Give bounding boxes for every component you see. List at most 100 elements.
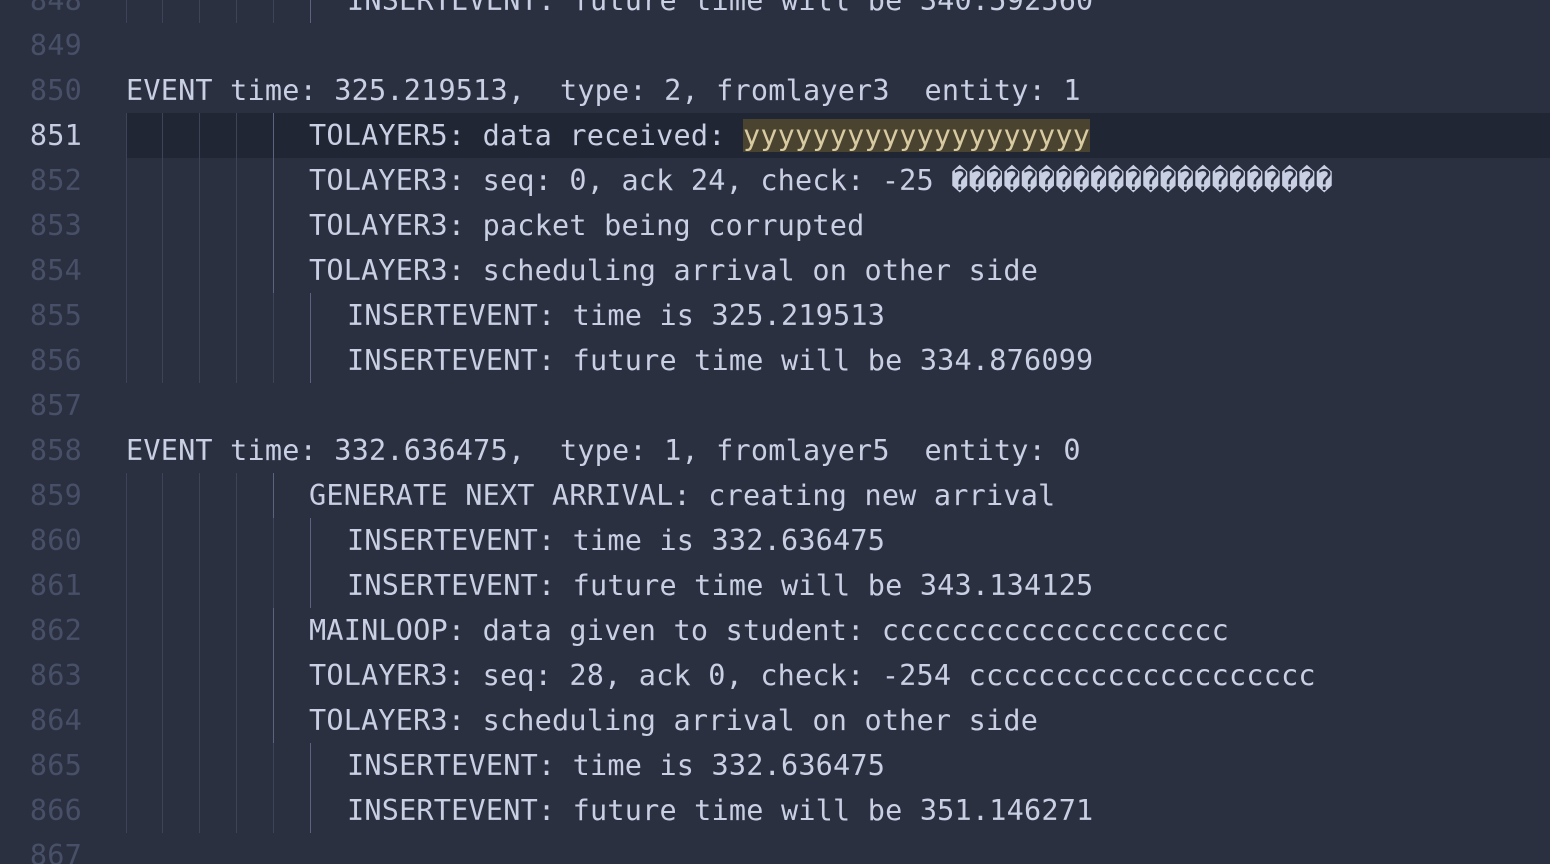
code-text[interactable]: INSERTEVENT: future time will be 334.876… bbox=[347, 338, 1093, 383]
code-line[interactable]: 860 INSERTEVENT: time is 332.636475 bbox=[0, 518, 1550, 563]
code-text[interactable]: INSERTEVENT: time is 332.636475 bbox=[347, 518, 885, 563]
code-text[interactable]: INSERTEVENT: time is 325.219513 bbox=[347, 293, 885, 338]
code-text[interactable]: EVENT time: 332.636475, type: 1, fromlay… bbox=[126, 428, 1081, 473]
code-line[interactable]: 849 bbox=[0, 23, 1550, 68]
code-text[interactable]: INSERTEVENT: future time will be 351.146… bbox=[347, 788, 1093, 833]
indent-guide bbox=[236, 248, 237, 293]
indent-guide bbox=[199, 518, 200, 563]
code-line[interactable]: 865 INSERTEVENT: time is 332.636475 bbox=[0, 743, 1550, 788]
indent-guide bbox=[236, 473, 237, 518]
indent-guide bbox=[199, 158, 200, 203]
code-text-content: INSERTEVENT: time is 325.219513 bbox=[347, 299, 886, 332]
line-number: 867 bbox=[29, 839, 82, 864]
code-line[interactable]: 862 MAINLOOP: data given to student: cccc… bbox=[0, 608, 1550, 653]
code-line[interactable]: 855 INSERTEVENT: time is 325.219513 bbox=[0, 293, 1550, 338]
indent-guide bbox=[126, 788, 127, 833]
indent-guide bbox=[162, 203, 163, 248]
code-text[interactable]: TOLAYER3: packet being corrupted bbox=[309, 203, 864, 248]
indent-guide bbox=[126, 743, 127, 788]
code-text-content: TOLAYER3: scheduling arrival on other si… bbox=[309, 704, 1039, 737]
code-line[interactable]: 858 EVENT time: 332.636475, type: 1, from… bbox=[0, 428, 1550, 473]
code-line[interactable]: 859 GENERATE NEXT ARRIVAL: creating new a… bbox=[0, 473, 1550, 518]
code-text-content: TOLAYER3: seq: 0, ack 24, check: -25 ���… bbox=[309, 164, 1334, 197]
indent-guide bbox=[273, 473, 274, 518]
line-number: 854 bbox=[29, 254, 82, 287]
code-editor[interactable]: 848 INSERTEVENT: future time will be 340.… bbox=[0, 0, 1550, 864]
indent-guide bbox=[273, 653, 274, 698]
indent-guide bbox=[199, 653, 200, 698]
indent-guide bbox=[199, 293, 200, 338]
code-line[interactable]: 852 TOLAYER3: seq: 0, ack 24, check: -25 … bbox=[0, 158, 1550, 203]
indent-guide bbox=[236, 698, 237, 743]
text-selection[interactable]: yyyyyyyyyyyyyyyyyyyy bbox=[742, 119, 1091, 152]
line-number: 859 bbox=[29, 479, 82, 512]
code-line[interactable]: 866 INSERTEVENT: future time will be 351.… bbox=[0, 788, 1550, 833]
indent-guide bbox=[236, 293, 237, 338]
line-number: 848 bbox=[29, 0, 82, 17]
indent-guide bbox=[199, 473, 200, 518]
line-number: 863 bbox=[29, 659, 82, 692]
line-number: 850 bbox=[29, 74, 82, 107]
indent-guide bbox=[199, 788, 200, 833]
indent-guide bbox=[199, 608, 200, 653]
indent-guide bbox=[162, 293, 163, 338]
code-text[interactable]: EVENT time: 325.219513, type: 2, fromlay… bbox=[126, 68, 1081, 113]
indent-guide bbox=[310, 338, 311, 383]
indent-guide bbox=[273, 743, 274, 788]
code-text[interactable]: INSERTEVENT: time is 332.636475 bbox=[347, 743, 885, 788]
indent-guide bbox=[199, 698, 200, 743]
code-text[interactable]: GENERATE NEXT ARRIVAL: creating new arri… bbox=[309, 473, 1055, 518]
code-line[interactable]: 848 INSERTEVENT: future time will be 340.… bbox=[0, 0, 1550, 23]
indent-guide bbox=[236, 608, 237, 653]
line-number: 860 bbox=[29, 524, 82, 557]
indent-guide bbox=[162, 698, 163, 743]
indent-guide bbox=[236, 338, 237, 383]
code-text[interactable]: TOLAYER5: data received: yyyyyyyyyyyyyyy… bbox=[309, 113, 1091, 158]
indent-guide bbox=[126, 248, 127, 293]
code-text[interactable]: TOLAYER3: scheduling arrival on other si… bbox=[309, 248, 1038, 293]
indent-guide bbox=[310, 788, 311, 833]
code-text[interactable]: TOLAYER3: seq: 28, ack 0, check: -254 cc… bbox=[309, 653, 1316, 698]
indent-guide bbox=[236, 0, 237, 23]
indent-guide bbox=[236, 518, 237, 563]
code-text[interactable]: MAINLOOP: data given to student: ccccccc… bbox=[309, 608, 1229, 653]
indent-guide bbox=[236, 653, 237, 698]
line-number: 866 bbox=[29, 794, 82, 827]
code-line[interactable]: 863 TOLAYER3: seq: 28, ack 0, check: -254… bbox=[0, 653, 1550, 698]
code-text[interactable]: INSERTEVENT: future time will be 343.134… bbox=[347, 563, 1093, 608]
code-text-content: EVENT time: 332.636475, type: 1, fromlay… bbox=[126, 434, 1081, 467]
indent-guide bbox=[162, 563, 163, 608]
code-line[interactable]: 861 INSERTEVENT: future time will be 343.… bbox=[0, 563, 1550, 608]
code-text[interactable]: INSERTEVENT: future time will be 340.592… bbox=[347, 0, 1093, 23]
code-line[interactable]: 867 bbox=[0, 833, 1550, 864]
code-text[interactable]: TOLAYER3: seq: 0, ack 24, check: -25 ���… bbox=[309, 158, 1333, 203]
code-text-content: TOLAYER5: data received: bbox=[309, 119, 743, 152]
indent-guide bbox=[162, 788, 163, 833]
code-text[interactable]: TOLAYER3: scheduling arrival on other si… bbox=[309, 698, 1038, 743]
code-line[interactable]: 857 bbox=[0, 383, 1550, 428]
code-line[interactable]: 854 TOLAYER3: scheduling arrival on other… bbox=[0, 248, 1550, 293]
indent-guide bbox=[126, 608, 127, 653]
code-line[interactable]: 851 TOLAYER5: data received: yyyyyyyyyyyy… bbox=[0, 113, 1550, 158]
indent-guide bbox=[236, 203, 237, 248]
code-line[interactable]: 853 TOLAYER3: packet being corrupted bbox=[0, 203, 1550, 248]
code-line[interactable]: 864 TOLAYER3: scheduling arrival on other… bbox=[0, 698, 1550, 743]
indent-guide bbox=[236, 743, 237, 788]
indent-guide bbox=[126, 338, 127, 383]
indent-guide bbox=[236, 158, 237, 203]
editor-lines: 848 INSERTEVENT: future time will be 340.… bbox=[0, 0, 1550, 864]
code-line[interactable]: 856 INSERTEVENT: future time will be 334.… bbox=[0, 338, 1550, 383]
code-text-content: EVENT time: 325.219513, type: 2, fromlay… bbox=[126, 74, 1081, 107]
code-text-content: MAINLOOP: data given to student: ccccccc… bbox=[309, 614, 1229, 647]
indent-guide bbox=[273, 563, 274, 608]
indent-guide bbox=[273, 608, 274, 653]
line-number: 853 bbox=[29, 209, 82, 242]
line-number: 855 bbox=[29, 299, 82, 332]
indent-guide bbox=[310, 293, 311, 338]
indent-guide bbox=[273, 293, 274, 338]
code-line[interactable]: 850 EVENT time: 325.219513, type: 2, from… bbox=[0, 68, 1550, 113]
indent-guide bbox=[162, 248, 163, 293]
indent-guide bbox=[273, 338, 274, 383]
indent-guide bbox=[126, 293, 127, 338]
code-text-content: INSERTEVENT: future time will be 334.876… bbox=[347, 344, 1094, 377]
